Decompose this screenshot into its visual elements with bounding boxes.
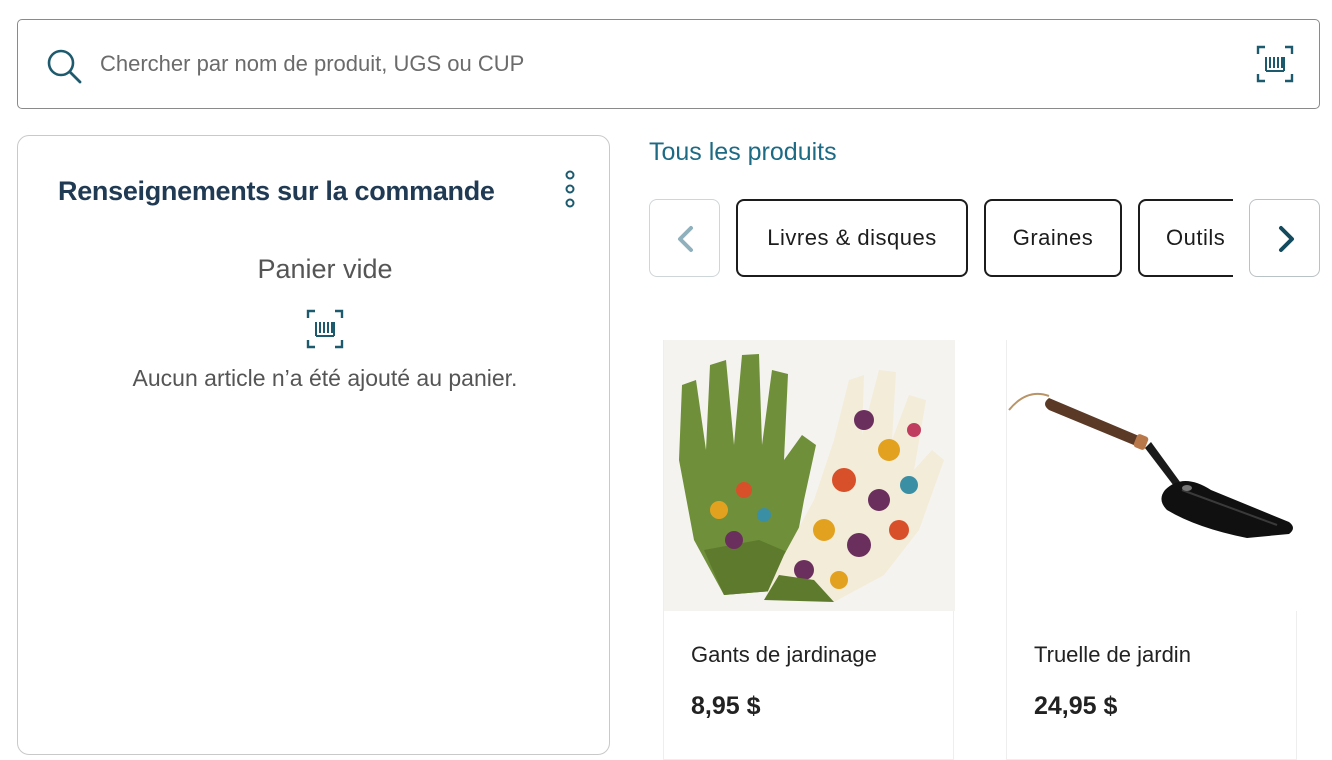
order-details-title: Renseignements sur la commande [58,176,495,206]
product-price: 8,95 $ [691,692,761,720]
category-outils[interactable]: Outils [1138,199,1233,277]
category-graines[interactable]: Graines [984,199,1122,277]
product-image-trowel [1007,340,1298,611]
all-products-heading[interactable]: Tous les produits [649,138,837,167]
more-vertical-icon[interactable] [562,169,578,211]
product-card[interactable]: Truelle de jardin 24,95 $ [1006,340,1298,760]
search-bar[interactable] [17,19,1320,109]
product-image-gloves [664,340,955,611]
empty-cart-title: Panier vide [257,254,393,284]
categories-next-button[interactable] [1249,199,1320,277]
category-label: Livres & disques [767,225,937,250]
categories-prev-button[interactable] [649,199,720,277]
chevron-left-icon [678,226,693,252]
order-details-panel: Renseignements sur la commande Panier vi… [17,135,610,755]
search-icon [47,49,82,84]
barcode-scan-icon[interactable] [1255,44,1295,84]
product-card[interactable]: Gants de jardinage 8,95 $ [663,340,955,760]
category-tabs: Livres & disques Graines Outils [736,199,1233,277]
category-label: Graines [1012,225,1094,250]
empty-cart-message: Aucun article n’a été ajouté au panier. [132,365,518,391]
barcode-scan-icon [306,309,344,349]
search-input[interactable] [100,42,1200,86]
product-name: Truelle de jardin [1034,642,1191,667]
product-name: Gants de jardinage [691,642,877,667]
category-label: Outils [1166,225,1226,250]
category-livres-disques[interactable]: Livres & disques [736,199,968,277]
chevron-right-icon [1279,226,1294,252]
product-price: 24,95 $ [1034,692,1118,720]
